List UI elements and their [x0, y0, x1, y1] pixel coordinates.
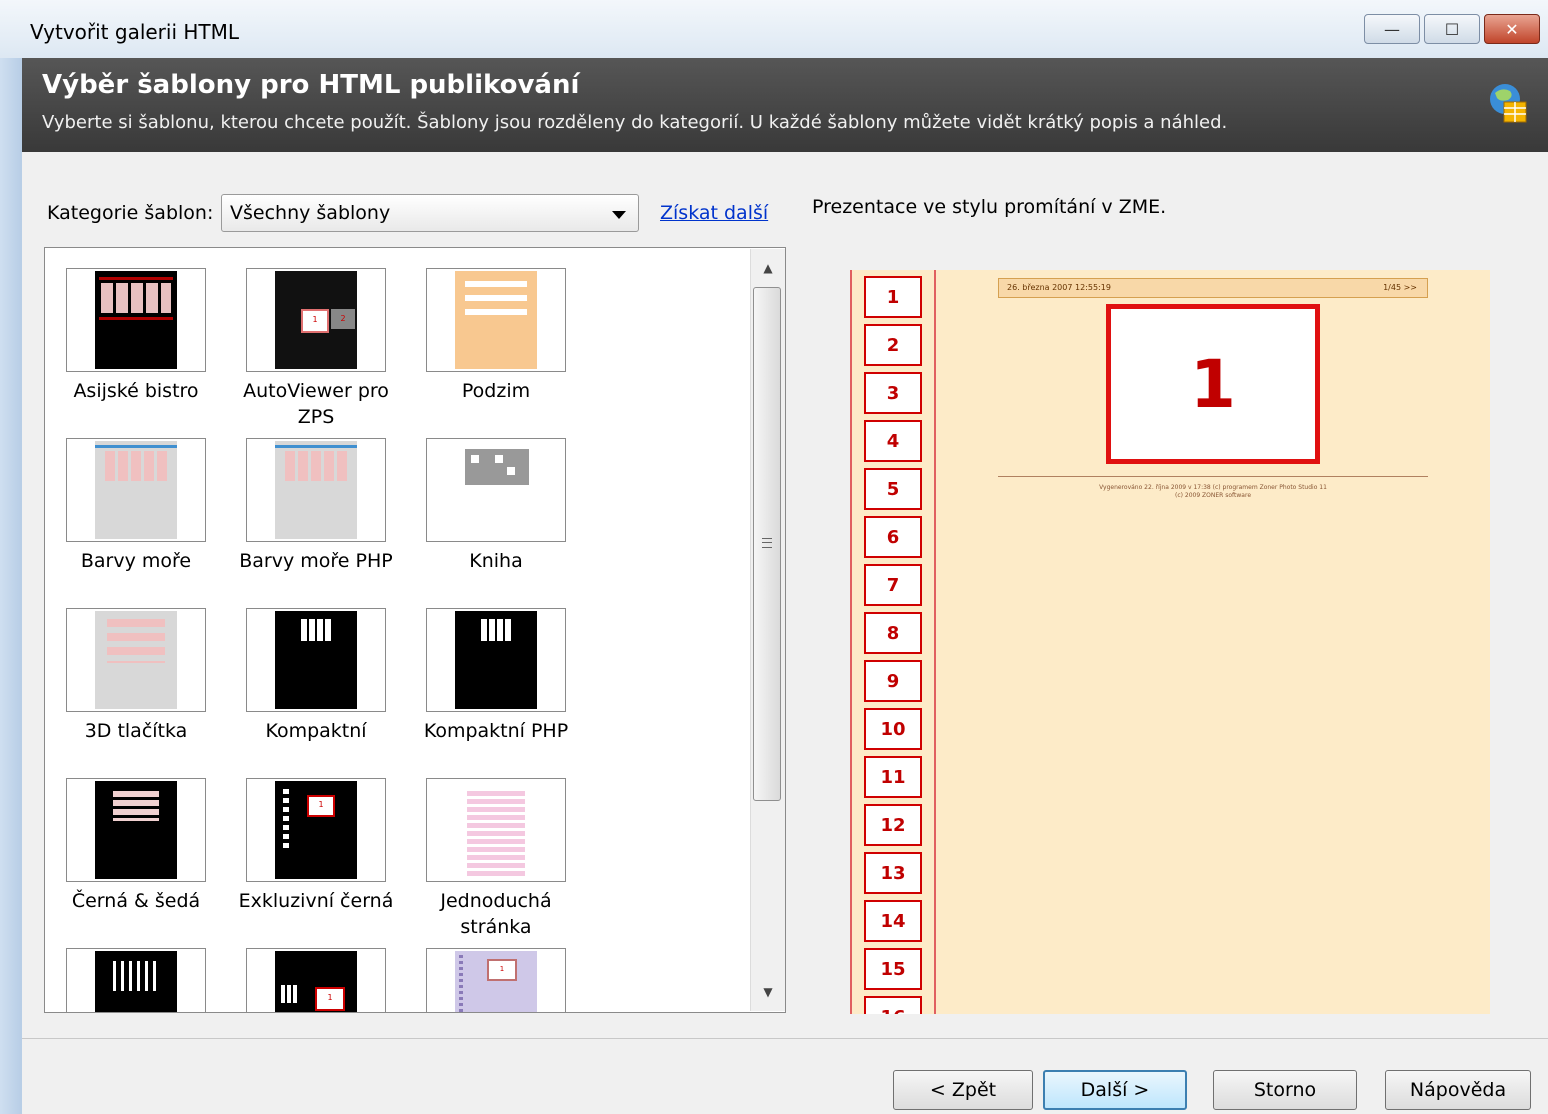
title-bar[interactable]: Vytvořit galerii HTML — ☐ ✕: [0, 0, 1548, 58]
preview-number: 5: [864, 468, 922, 510]
template-label: Kompaktní: [265, 720, 367, 742]
close-button[interactable]: ✕: [1484, 14, 1540, 44]
template-thumbnail: [66, 948, 206, 1012]
template-label: Barvy moře PHP: [239, 550, 393, 572]
template-item[interactable]: 1 Exkluzivní černá: [231, 778, 401, 914]
template-item[interactable]: Kompaktní: [231, 608, 401, 744]
preview-number: 4: [864, 420, 922, 462]
template-item[interactable]: [51, 948, 221, 1012]
template-item[interactable]: Podzim: [411, 268, 581, 404]
template-label: Barvy moře: [80, 550, 192, 572]
category-label: Kategorie šablon:: [47, 202, 214, 224]
template-thumbnail: [426, 268, 566, 372]
template-item[interactable]: Kompaktní PHP: [411, 608, 581, 744]
preview-top-bar: 26. března 2007 12:55:19 1/45 >>: [998, 278, 1428, 298]
template-label: Kompaktní PHP: [423, 720, 569, 742]
template-thumbnail: [246, 438, 386, 542]
template-label: Asijské bistro: [73, 380, 199, 402]
template-thumbnail: [66, 608, 206, 712]
window-left-border: [0, 0, 22, 1114]
template-thumbnail: [426, 778, 566, 882]
template-label: Kniha: [469, 550, 523, 572]
globe-table-icon: [1490, 84, 1527, 123]
preview-number: 15: [864, 948, 922, 990]
preview-footer-line1: Vygenerováno 22. října 2009 v 17:38 (c) …: [1099, 484, 1327, 491]
preview-number: 7: [864, 564, 922, 606]
maximize-button[interactable]: ☐: [1424, 14, 1480, 44]
template-thumbnail: [426, 608, 566, 712]
template-thumbnail: [66, 438, 206, 542]
help-button[interactable]: Nápověda: [1385, 1070, 1531, 1110]
template-list-scrollbar[interactable]: ▲ ▼: [750, 249, 785, 1011]
scrollbar-thumb[interactable]: [753, 287, 781, 801]
minimize-icon: —: [1384, 19, 1400, 39]
preview-counter: 1/45 >>: [1383, 283, 1417, 292]
window-title: Vytvořit galerii HTML: [30, 20, 240, 44]
template-thumbnail: [66, 268, 206, 372]
preview-date: 26. března 2007 12:55:19: [1007, 283, 1111, 292]
template-label: Jednoduchá stránka: [440, 890, 552, 938]
close-icon: ✕: [1505, 19, 1519, 39]
template-preview: 1 2 3 4 5 6 7 8 9 10 11 12 13 14 15 16 2…: [850, 270, 1490, 1014]
template-thumbnail: [246, 608, 386, 712]
template-label: Exkluzivní černá: [238, 890, 394, 912]
preview-number: 6: [864, 516, 922, 558]
template-label: Podzim: [461, 380, 531, 402]
preview-number-strip: 1 2 3 4 5 6 7 8 9 10 11 12 13 14 15 16: [850, 270, 936, 1014]
preview-number: 1: [864, 276, 922, 318]
template-item[interactable]: Asijské bistro: [51, 268, 221, 404]
preview-number: 8: [864, 612, 922, 654]
scroll-down-arrow-icon[interactable]: ▼: [751, 977, 785, 1007]
template-label: AutoViewer pro ZPS: [243, 380, 389, 428]
template-item[interactable]: 1: [231, 948, 401, 1012]
preview-number: 3: [864, 372, 922, 414]
next-button[interactable]: Další >: [1043, 1070, 1187, 1110]
cancel-button[interactable]: Storno: [1213, 1070, 1357, 1110]
template-item[interactable]: Barvy moře PHP: [231, 438, 401, 574]
template-label: Černá & šedá: [71, 890, 201, 912]
preview-divider: [998, 476, 1428, 477]
template-description: Prezentace ve stylu promítání v ZME.: [812, 196, 1167, 218]
template-thumbnail: 1 2: [246, 268, 386, 372]
template-thumbnail: 1: [426, 948, 566, 1012]
category-selected-value: Všechny šablony: [230, 202, 391, 224]
template-item[interactable]: Jednoduchá stránka: [411, 778, 581, 940]
scroll-up-arrow-icon[interactable]: ▲: [751, 253, 785, 283]
get-more-link[interactable]: Získat další: [660, 202, 768, 224]
preview-number: 12: [864, 804, 922, 846]
template-thumbnail: [426, 438, 566, 542]
template-item[interactable]: Barvy moře: [51, 438, 221, 574]
template-thumbnail: [66, 778, 206, 882]
template-item[interactable]: 1: [411, 948, 581, 1012]
template-thumbnail: 1: [246, 948, 386, 1012]
minimize-button[interactable]: —: [1364, 14, 1420, 44]
template-label: 3D tlačítka: [84, 720, 188, 742]
category-dropdown[interactable]: Všechny šablony: [221, 194, 639, 232]
template-list[interactable]: Asijské bistro 1 2 AutoViewer pro ZPS Po…: [44, 247, 786, 1013]
preview-number: 16: [864, 996, 922, 1014]
template-item[interactable]: Černá & šedá: [51, 778, 221, 914]
preview-number: 13: [864, 852, 922, 894]
preview-number: 2: [864, 324, 922, 366]
grip-icon: [762, 538, 772, 548]
window-controls: — ☐ ✕: [1364, 14, 1540, 44]
back-button[interactable]: < Zpět: [893, 1070, 1033, 1110]
page-title: Výběr šablony pro HTML publikování: [42, 70, 580, 100]
bottom-divider: [22, 1038, 1548, 1039]
template-item[interactable]: Kniha: [411, 438, 581, 574]
template-item[interactable]: 1 2 AutoViewer pro ZPS: [231, 268, 401, 430]
page-subtitle: Vyberte si šablonu, kterou chcete použít…: [42, 112, 1228, 133]
preview-photo: 1: [1106, 304, 1320, 464]
preview-number: 10: [864, 708, 922, 750]
template-thumbnail: 1: [246, 778, 386, 882]
preview-number: 11: [864, 756, 922, 798]
preview-number: 14: [864, 900, 922, 942]
preview-footer: Vygenerováno 22. října 2009 v 17:38 (c) …: [998, 484, 1428, 500]
maximize-icon: ☐: [1444, 19, 1460, 39]
template-item[interactable]: 3D tlačítka: [51, 608, 221, 744]
chevron-down-icon: [612, 211, 626, 219]
preview-footer-line2: (c) 2009 ZONER software: [1174, 492, 1252, 499]
wizard-header: Výběr šablony pro HTML publikování Vyber…: [22, 58, 1548, 152]
preview-number: 9: [864, 660, 922, 702]
